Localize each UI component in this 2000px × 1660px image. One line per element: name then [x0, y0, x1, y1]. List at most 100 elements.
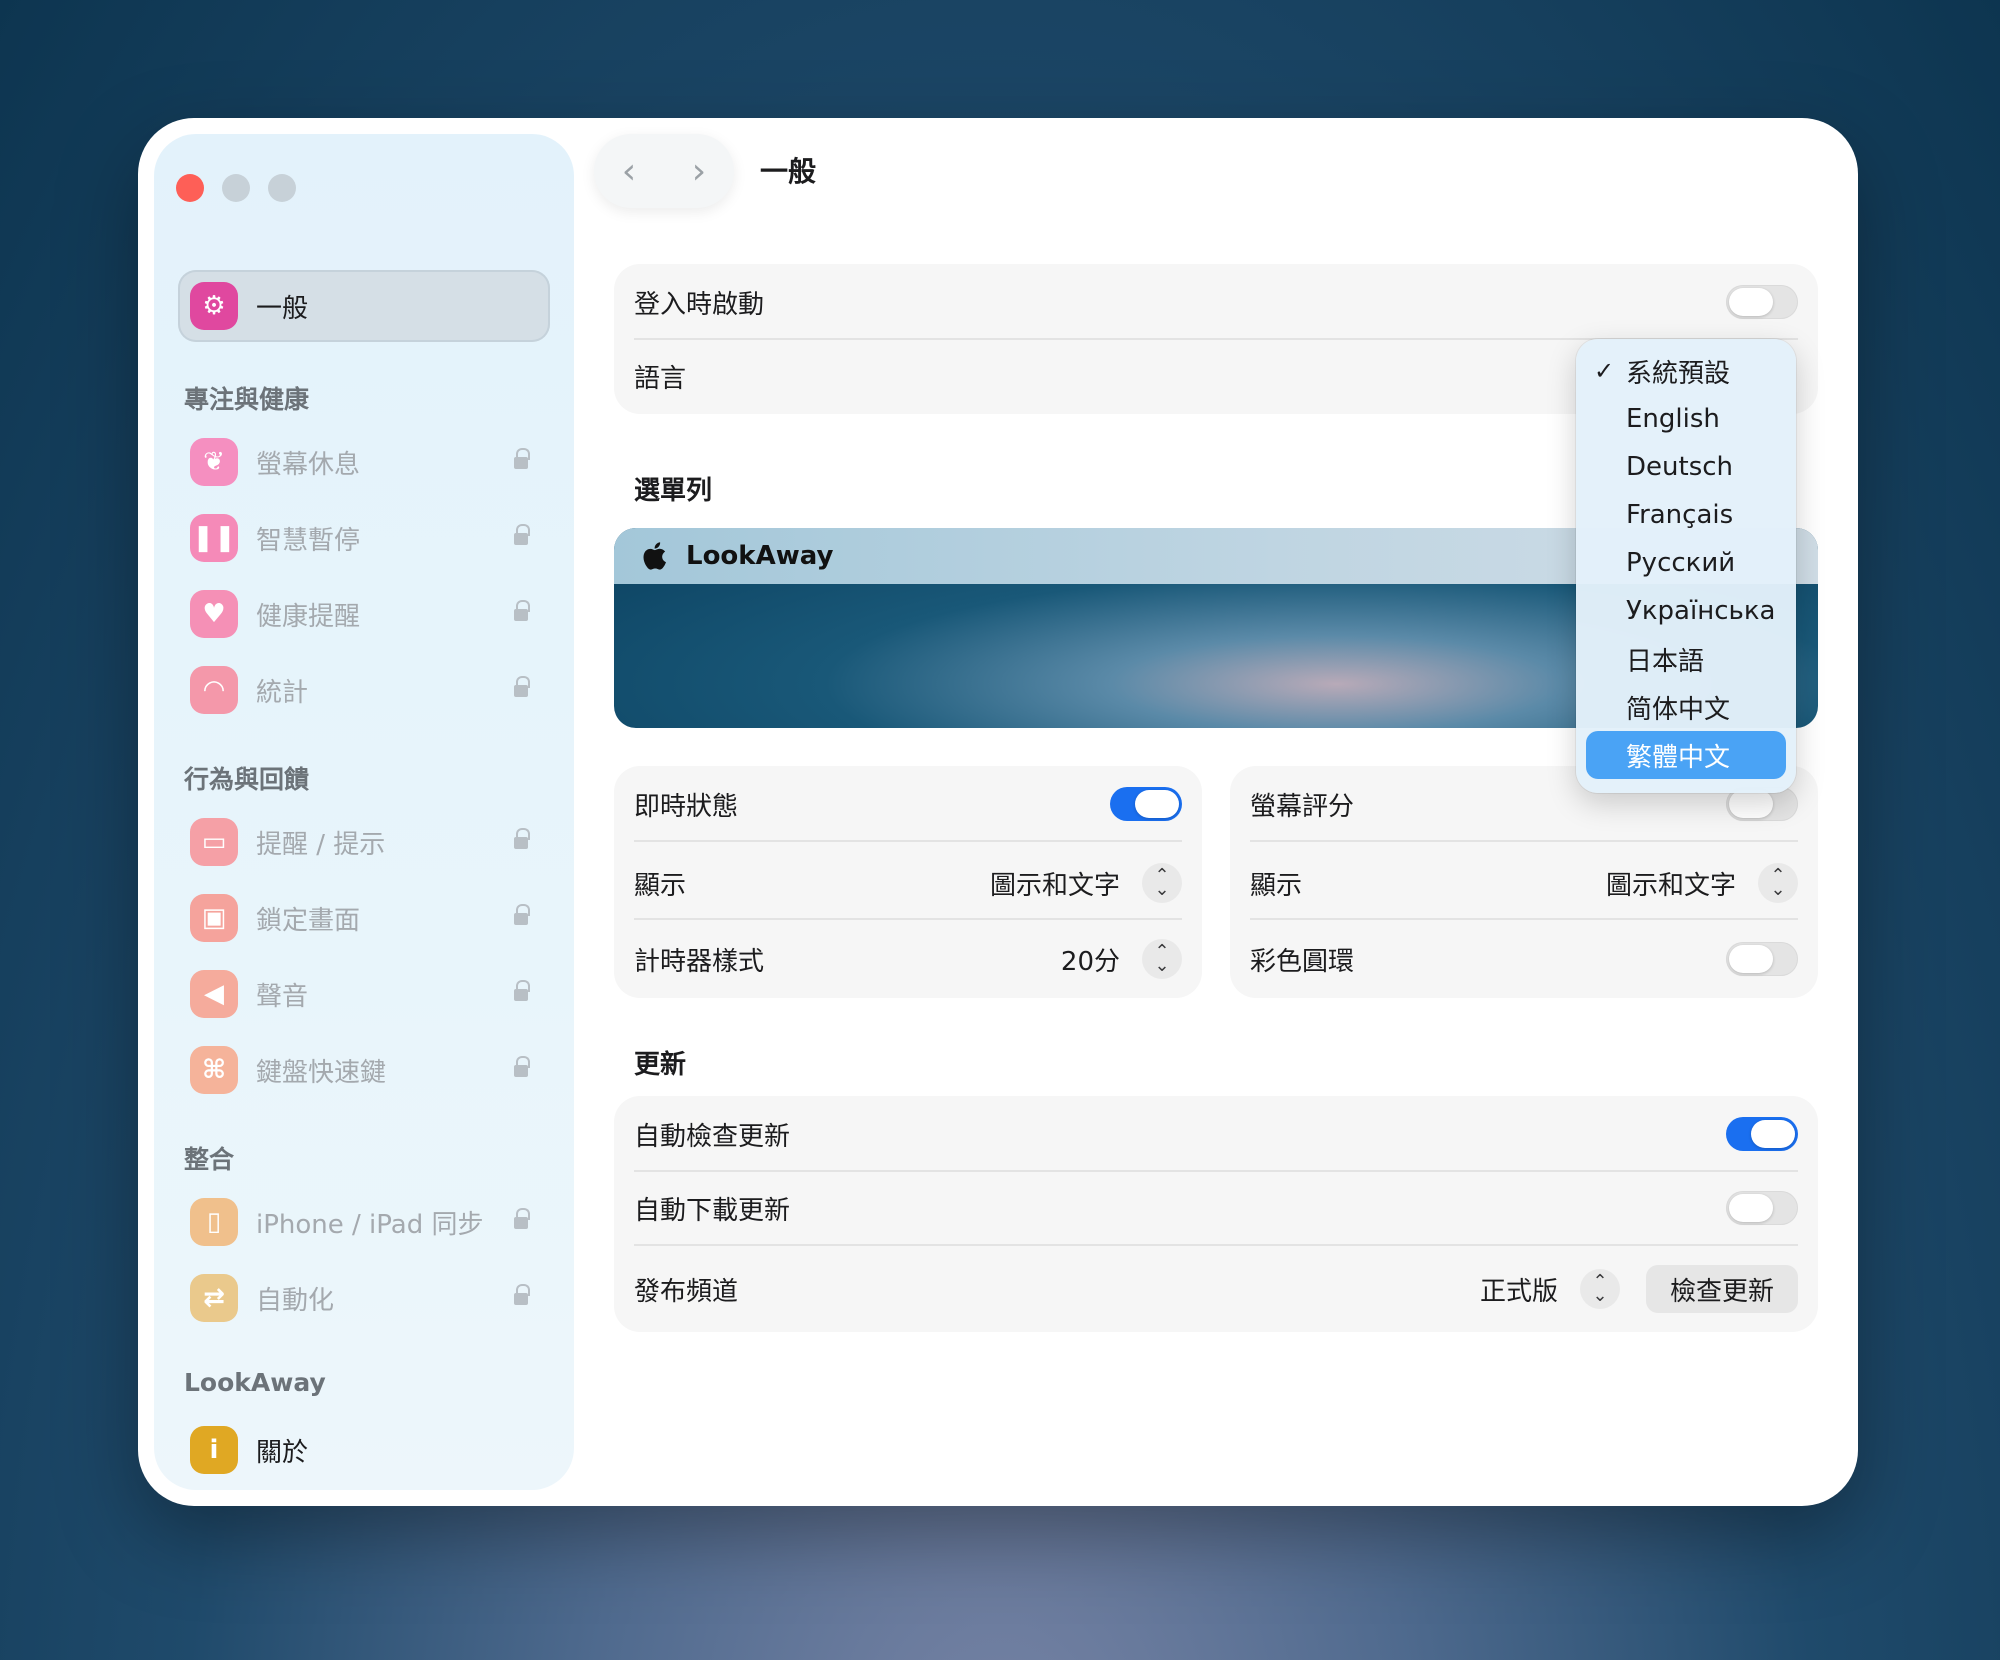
sidebar-item-label: 統計 — [256, 677, 309, 708]
sidebar-item-label: 健康提醒 — [256, 601, 361, 632]
lock-icon — [514, 1208, 530, 1230]
sidebar-item-label: 鎖定畫面 — [256, 905, 361, 936]
sidebar-item-label: 鍵盤快速鍵 — [256, 1057, 387, 1088]
updates-card: 自動檢查更新 自動下載更新 發布頻道 正式版 ⌃ ⌄ 檢查更新 — [614, 1096, 1818, 1332]
language-option-ukrainian[interactable]: Українська — [1586, 587, 1786, 635]
timer-style-row: 計時器樣式 20分 ⌃ ⌄ — [634, 934, 1182, 984]
lock-icon — [514, 904, 530, 926]
sidebar-item-label: 一般 — [256, 293, 309, 324]
menubar-app-name: LookAway — [686, 541, 834, 571]
sidebar-item-label: 螢幕休息 — [256, 449, 361, 480]
gear-icon: ⚙ — [190, 282, 238, 330]
display-label: 顯示 — [1250, 870, 1303, 901]
section-header-lookaway: LookAway — [184, 1368, 326, 1397]
back-button[interactable]: ‹ — [622, 151, 636, 192]
sidebar-item-smart-pause[interactable]: ❚❚ 智慧暫停 — [178, 502, 550, 574]
leaf-icon: ❦ — [190, 438, 238, 486]
language-option-german[interactable]: Deutsch — [1586, 443, 1786, 491]
close-button[interactable] — [176, 174, 204, 202]
lock-icon — [514, 676, 530, 698]
display-value: 圖示和文字 — [989, 870, 1120, 901]
sidebar-item-label: 聲音 — [256, 981, 309, 1012]
section-header-behavior: 行為與回饋 — [184, 765, 310, 794]
page-title: 一般 — [760, 155, 817, 188]
release-channel-row: 發布頻道 正式版 ⌃ ⌄ 檢查更新 — [634, 1262, 1798, 1316]
live-status-card: 即時狀態 顯示 圖示和文字 ⌃ ⌄ 計時器樣式 20分 ⌃ ⌄ — [614, 766, 1202, 998]
checkmark-icon: ✓ — [1594, 357, 1615, 385]
sidebar-item-keyboard-shortcuts[interactable]: ⌘ 鍵盤快速鍵 — [178, 1034, 550, 1106]
launch-at-login-toggle[interactable] — [1726, 285, 1798, 319]
lock-icon — [514, 828, 530, 850]
navigation-controls: ‹ › — [594, 134, 734, 208]
live-status-toggle[interactable] — [1110, 787, 1182, 821]
section-header-focus: 專注與健康 — [184, 385, 310, 414]
auto-check-row: 自動檢查更新 — [634, 1114, 1798, 1154]
card-icon: ▭ — [190, 818, 238, 866]
zoom-button[interactable] — [268, 174, 296, 202]
language-dropdown-menu: ✓ 系統預設 English Deutsch Français Русский … — [1576, 339, 1796, 793]
language-option-japanese[interactable]: 日本語 — [1586, 635, 1786, 683]
color-ring-toggle[interactable] — [1726, 942, 1798, 976]
divider — [634, 1244, 1798, 1246]
language-option-french[interactable]: Français — [1586, 491, 1786, 539]
lock-icon — [514, 600, 530, 622]
sidebar-item-statistics[interactable]: ◠ 統計 — [178, 654, 550, 726]
sidebar-item-lock-screen[interactable]: ▣ 鎖定畫面 — [178, 882, 550, 954]
sidebar-item-about[interactable]: i 關於 — [178, 1414, 550, 1486]
language-option-english[interactable]: English — [1586, 395, 1786, 443]
live-status-display-row: 顯示 圖示和文字 ⌃ ⌄ — [634, 858, 1182, 908]
live-status-label: 即時狀態 — [634, 791, 739, 822]
sidebar-item-label: 關於 — [256, 1437, 309, 1468]
screen-score-card: 螢幕評分 顯示 圖示和文字 ⌃ ⌄ 彩色圓環 — [1230, 766, 1818, 998]
timer-style-value: 20分 — [1060, 946, 1120, 977]
command-icon: ⌘ — [190, 1046, 238, 1094]
release-channel-label: 發布頻道 — [634, 1276, 739, 1307]
sidebar-item-general[interactable]: ⚙ 一般 — [178, 270, 550, 342]
sidebar-item-device-sync[interactable]: ▯ iPhone / iPad 同步 — [178, 1186, 550, 1258]
release-channel-value: 正式版 — [1479, 1276, 1558, 1307]
auto-download-toggle[interactable] — [1726, 1191, 1798, 1225]
menubar-section-header: 選單列 — [634, 476, 713, 506]
color-ring-label: 彩色圓環 — [1250, 946, 1355, 977]
sidebar-item-automation[interactable]: ⇄ 自動化 — [178, 1262, 550, 1334]
sidebar-item-alerts[interactable]: ▭ 提醒 / 提示 — [178, 806, 550, 878]
live-status-row: 即時狀態 — [634, 784, 1182, 824]
timer-style-label: 計時器樣式 — [634, 946, 765, 977]
pause-icon: ❚❚ — [190, 514, 238, 562]
language-option-russian[interactable]: Русский — [1586, 539, 1786, 587]
sidebar-item-screen-break[interactable]: ❦ 螢幕休息 — [178, 426, 550, 498]
lock-icon — [514, 524, 530, 546]
settings-window: ⚙ 一般 專注與健康 ❦ 螢幕休息 ❚❚ 智慧暫停 ♥ 健康提醒 ◠ 統計 行為… — [138, 118, 1858, 1506]
launch-at-login-label: 登入時啟動 — [634, 289, 765, 320]
screen-score-display-row: 顯示 圖示和文字 ⌃ ⌄ — [1250, 858, 1798, 908]
language-option-traditional-chinese[interactable]: 繁體中文 — [1586, 731, 1786, 779]
sidebar-item-label: 自動化 — [256, 1285, 335, 1316]
repeat-icon: ⇄ — [190, 1274, 238, 1322]
sidebar-item-sound[interactable]: ◀ 聲音 — [178, 958, 550, 1030]
release-channel-popup-button[interactable]: ⌃ ⌄ — [1579, 1269, 1620, 1309]
lock-icon — [514, 980, 530, 1002]
language-option-simplified-chinese[interactable]: 简体中文 — [1586, 683, 1786, 731]
minimize-button[interactable] — [222, 174, 250, 202]
sidebar-item-health-reminders[interactable]: ♥ 健康提醒 — [178, 578, 550, 650]
language-option-system-default[interactable]: ✓ 系統預設 — [1586, 347, 1786, 395]
info-icon: i — [190, 1426, 238, 1474]
auto-check-toggle[interactable] — [1726, 1117, 1798, 1151]
lock-icon: ▣ — [190, 894, 238, 942]
sidebar-item-label: iPhone / iPad 同步 — [256, 1209, 484, 1240]
divider — [1250, 840, 1798, 842]
launch-at-login-row: 登入時啟動 — [634, 282, 1798, 322]
lock-icon — [514, 1056, 530, 1078]
speaker-icon: ◀ — [190, 970, 238, 1018]
forward-button[interactable]: › — [692, 151, 706, 192]
check-updates-button[interactable]: 檢查更新 — [1645, 1265, 1798, 1313]
gauge-icon: ◠ — [190, 666, 238, 714]
sidebar-item-label: 提醒 / 提示 — [256, 829, 386, 860]
display-label: 顯示 — [634, 870, 687, 901]
updates-section-header: 更新 — [634, 1050, 687, 1080]
phone-icon: ▯ — [190, 1198, 238, 1246]
display-popup-button[interactable]: ⌃ ⌄ — [1758, 863, 1798, 903]
timer-style-popup-button[interactable]: ⌃ ⌄ — [1142, 939, 1182, 979]
display-popup-button[interactable]: ⌃ ⌄ — [1142, 863, 1182, 903]
section-header-integrations: 整合 — [184, 1145, 235, 1174]
